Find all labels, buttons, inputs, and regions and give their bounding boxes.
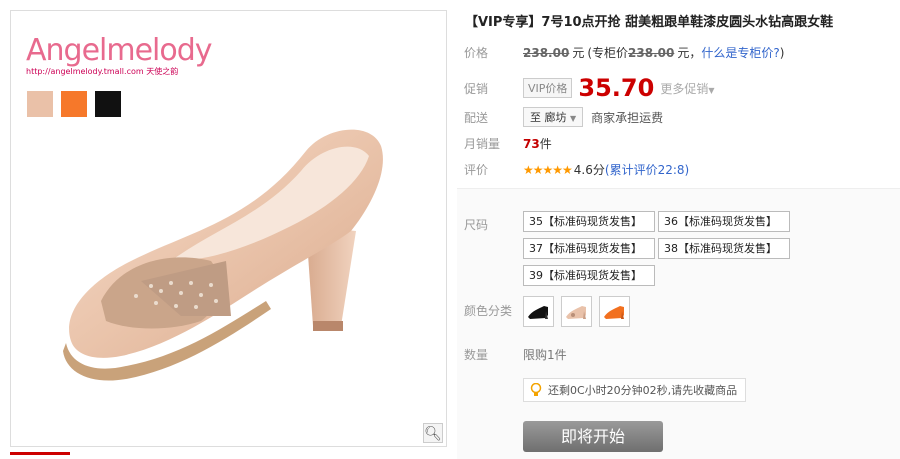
delivery-label: 配送 <box>464 110 489 125</box>
size-option-35[interactable]: 35【标准码现货发售】 <box>523 211 655 232</box>
counter-price-close: ) <box>779 45 785 60</box>
sales-count: 73 <box>523 136 540 151</box>
brand-logo: Angelmelody http://angelmelody.tmall.com… <box>26 33 213 77</box>
quantity-label: 数量 <box>464 348 489 362</box>
price-label: 价格 <box>464 46 489 60</box>
quantity-limit: 限购1件 <box>523 348 567 362</box>
color-option-nude[interactable] <box>561 296 592 327</box>
caret-down-icon: ▼ <box>570 114 577 123</box>
delivery-row: 配送 至 廊坊 ▼ 商家承担运费 <box>464 107 663 127</box>
size-option-36[interactable]: 36【标准码现货发售】 <box>658 211 790 232</box>
coming-soon-button[interactable]: 即将开始 <box>523 421 663 452</box>
magnifier-icon[interactable]: 🔍︎ <box>423 423 443 443</box>
size-label: 尺码 <box>464 218 489 232</box>
shoe-image <box>63 129 383 381</box>
orange-shoe-thumb <box>603 305 624 319</box>
rating-score: 4.6分 <box>573 163 605 177</box>
color-option-black[interactable] <box>523 296 554 327</box>
brand-logo-text: Angelmelody <box>26 33 213 68</box>
counter-price-suffix: 元， <box>677 46 702 60</box>
more-promo-link[interactable]: 更多促销▼ <box>660 80 714 97</box>
black-shoe-thumb <box>527 305 548 319</box>
product-title: 【VIP专享】7号10点开抢 甜美粗跟单鞋漆皮圆头水钻高跟女鞋 <box>465 15 834 30</box>
countdown-text: 还剩0C小时20分钟02秒,请先收藏商品 <box>548 384 738 397</box>
vip-price-tag: VIP价格 <box>523 78 573 98</box>
rating-row: 评价 ★★★★★ 4.6分 (累计评价22:8) <box>464 161 689 178</box>
sales-unit: 件 <box>539 137 552 151</box>
brand-url: http://angelmelody.tmall.com <box>26 67 144 76</box>
promo-label: 促销 <box>464 81 489 96</box>
sku-panel: 尺码 35【标准码现货发售】 36【标准码现货发售】 37【标准码现货发售】 3… <box>457 188 900 459</box>
counter-price: 238.00 <box>628 45 675 60</box>
rating-stars-icon: ★★★★★ <box>523 162 573 177</box>
nude-shoe-thumb <box>565 305 586 319</box>
promo-row: 促销 VIP价格 35.70 更多促销▼ <box>464 74 715 102</box>
rating-label: 评价 <box>464 163 489 177</box>
countdown-notice: 还剩0C小时20分钟02秒,请先收藏商品 <box>523 378 747 402</box>
swatch-nude <box>27 91 53 117</box>
thumbnail-tab-active[interactable] <box>10 452 70 459</box>
sales-row: 月销量 73 件 <box>464 135 552 152</box>
brand-cn-name: 天使之韵 <box>146 67 179 76</box>
color-option-orange[interactable] <box>599 296 630 327</box>
delivery-note: 商家承担运费 <box>591 110 664 125</box>
size-option-37[interactable]: 37【标准码现货发售】 <box>523 238 655 259</box>
counter-price-prefix: (专柜价 <box>587 46 629 60</box>
lightbulb-icon <box>530 382 542 397</box>
counter-price-help-link[interactable]: 什么是专柜价? <box>701 44 779 61</box>
size-option-38[interactable]: 38【标准码现货发售】 <box>658 238 790 259</box>
original-price: 238.00 <box>523 45 570 60</box>
product-info-panel: 【VIP专享】7号10点开抢 甜美粗跟单鞋漆皮圆头水钻高跟女鞋 价格 238.0… <box>457 0 900 459</box>
caret-down-icon: ▼ <box>708 85 715 95</box>
size-option-39[interactable]: 39【标准码现货发售】 <box>523 265 655 286</box>
sales-label: 月销量 <box>464 137 501 151</box>
color-label: 颜色分类 <box>464 304 513 318</box>
promo-price: 35.70 <box>578 74 655 102</box>
delivery-location-select[interactable]: 至 廊坊 ▼ <box>523 107 584 127</box>
price-row: 价格 238.00 元 (专柜价 238.00 元， 什么是专柜价? ) <box>464 44 784 61</box>
review-count-link[interactable]: (累计评价22:8) <box>605 161 689 178</box>
product-image-panel[interactable]: Angelmelody http://angelmelody.tmall.com… <box>10 10 447 447</box>
price-unit: 元 <box>572 46 585 60</box>
